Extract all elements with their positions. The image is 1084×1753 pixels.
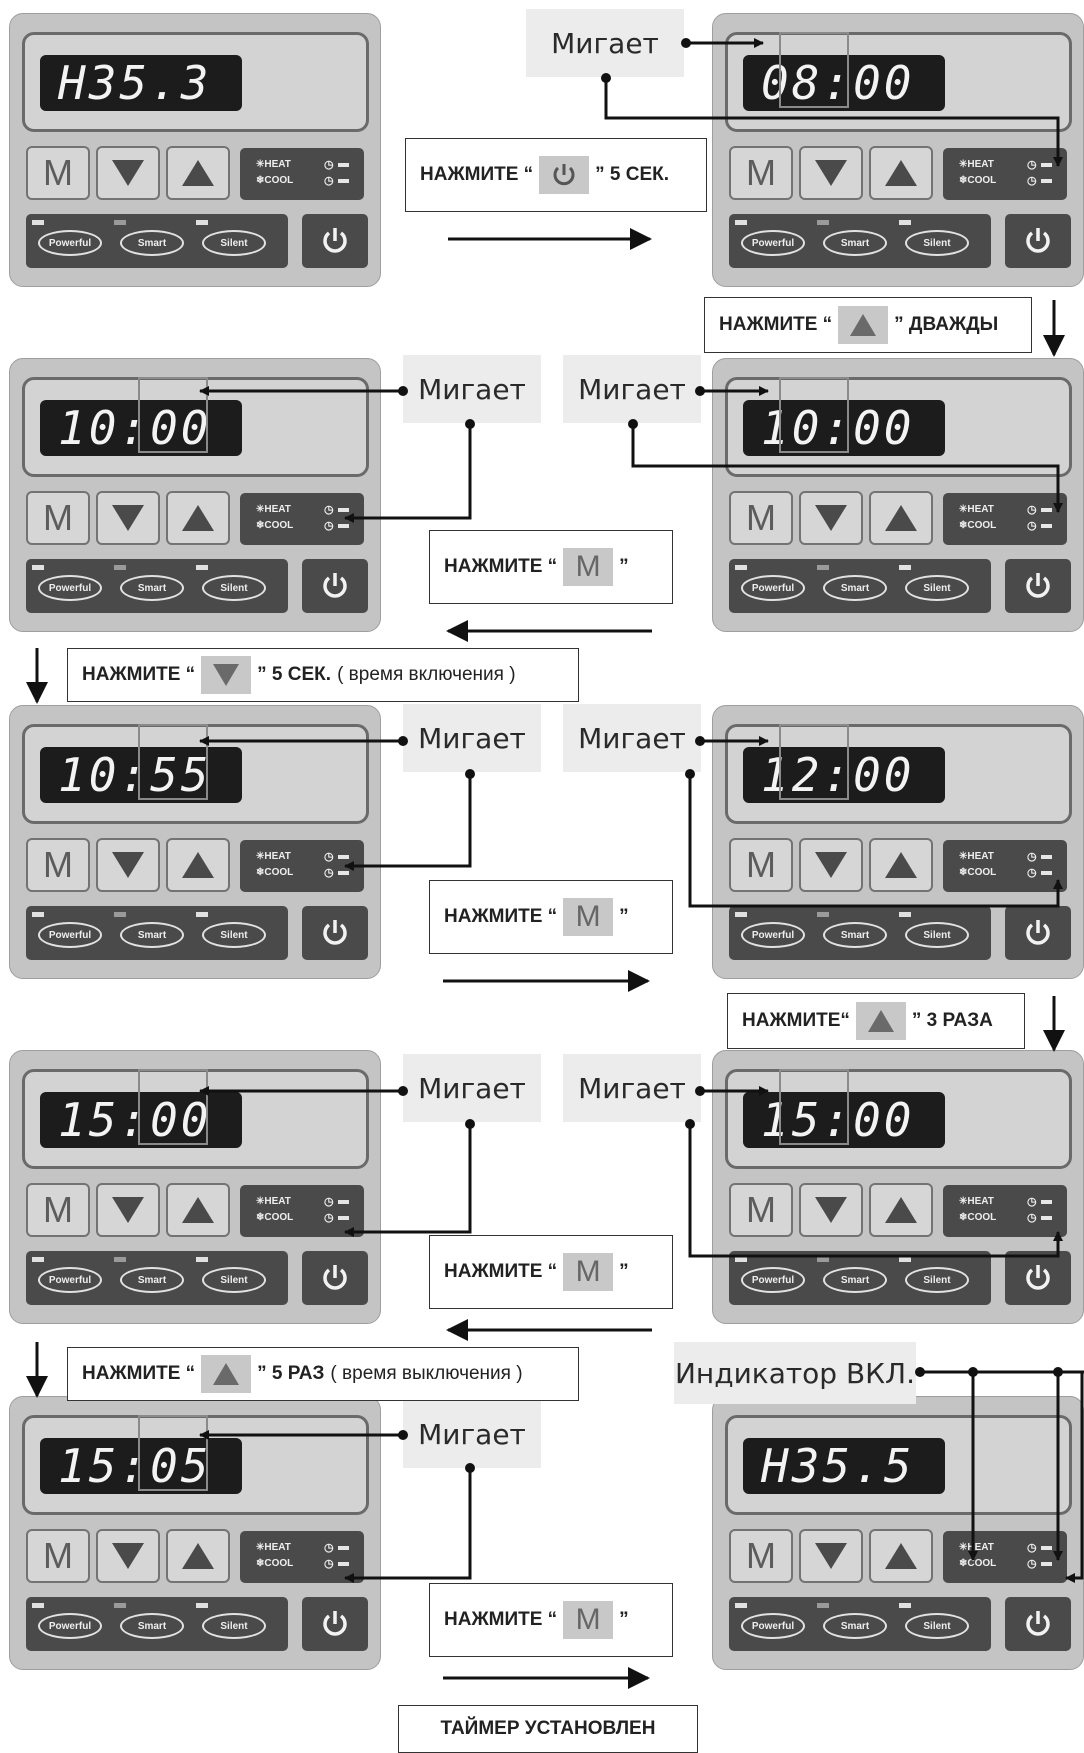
connector-arrows (26, 38, 1084, 1689)
timer-setup-diagram: H35.3 M ✳HEAT ❄COOL ◷ ◷ Powerful Smart S… (0, 0, 1084, 1753)
